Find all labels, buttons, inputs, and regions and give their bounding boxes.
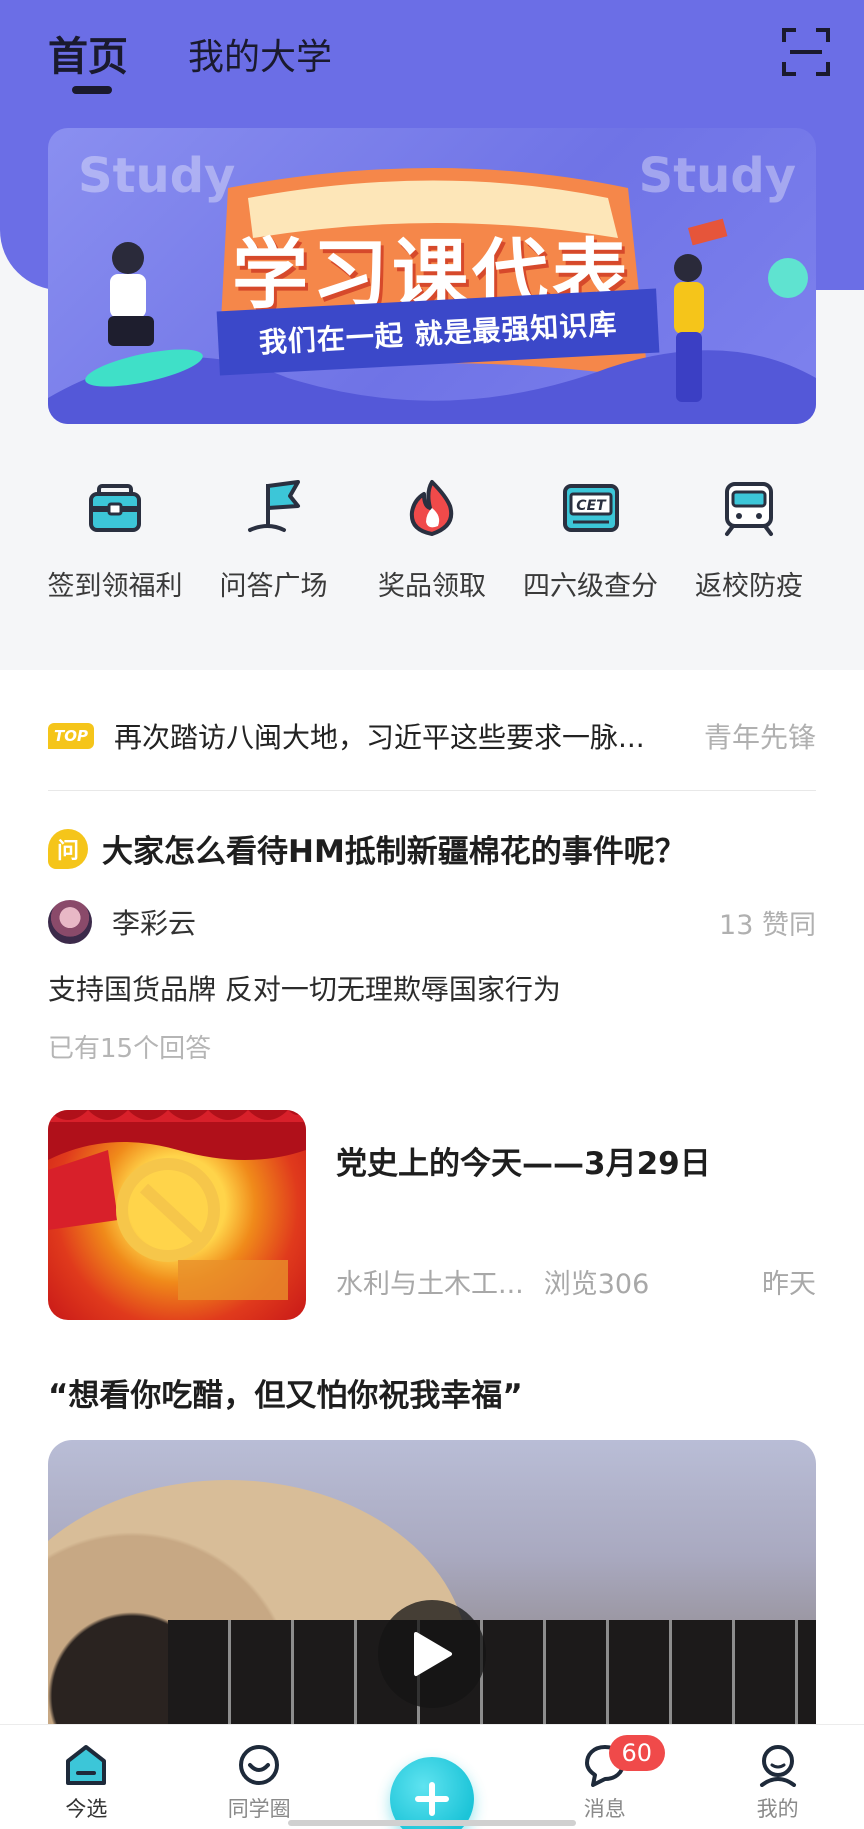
avatar[interactable] bbox=[48, 900, 92, 944]
quick-entry-cet-score[interactable]: CET 四六级查分 bbox=[516, 478, 666, 603]
briefcase-icon bbox=[89, 484, 141, 532]
home-icon bbox=[66, 1745, 107, 1785]
tab-active-indicator bbox=[72, 86, 112, 94]
article-department: 水利与土木工... bbox=[336, 1269, 524, 1300]
video-card[interactable] bbox=[48, 1440, 816, 1730]
author-name[interactable]: 李彩云 bbox=[112, 902, 719, 942]
user-icon bbox=[759, 1745, 796, 1787]
play-icon[interactable] bbox=[378, 1600, 486, 1708]
flag-icon bbox=[247, 480, 300, 532]
nav-item-classmates[interactable]: 同学圈 bbox=[199, 1725, 319, 1823]
quick-entry-campus-return[interactable]: 返校防疫 bbox=[674, 478, 824, 603]
quick-entry-label: 返校防疫 bbox=[695, 571, 803, 602]
quick-entry-checkin[interactable]: 签到领福利 bbox=[40, 478, 190, 603]
nav-label: 今选 bbox=[65, 1797, 108, 1821]
message-count-badge: 60 bbox=[608, 1735, 665, 1771]
nav-item-publish[interactable] bbox=[372, 1725, 492, 1829]
flame-icon bbox=[409, 480, 454, 536]
home-indicator[interactable] bbox=[288, 1820, 576, 1826]
article-time: 昨天 bbox=[762, 1269, 816, 1300]
divider bbox=[48, 790, 816, 791]
likes-count[interactable]: 13 赞同 bbox=[719, 903, 816, 942]
video-thumbnail-fretboard bbox=[168, 1620, 816, 1730]
answer-count[interactable]: 已有15个回答 bbox=[48, 1028, 211, 1065]
top-news-item[interactable]: TOP 再次踏访八闽大地，习近平这些要求一脉... 青年先锋 bbox=[48, 706, 816, 766]
top-tabs: 首页 我的大学 bbox=[48, 24, 332, 94]
scan-icon[interactable] bbox=[782, 28, 830, 76]
article-card[interactable]: 党史上的今天——3月29日 水利与土木工... 浏览306 昨天 bbox=[48, 1110, 816, 1322]
article-meta: 水利与土木工... 浏览306 昨天 bbox=[336, 1262, 816, 1301]
article-views: 浏览306 bbox=[543, 1269, 650, 1300]
qa-title: 大家怎么看待HM抵制新疆棉花的事件呢？ bbox=[102, 834, 686, 870]
qa-question[interactable]: 问 大家怎么看待HM抵制新疆棉花的事件呢？ bbox=[48, 826, 686, 871]
nav-item-messages[interactable]: 60 消息 bbox=[545, 1725, 665, 1823]
answer-text[interactable]: 支持国货品牌 反对一切无理欺辱国家行为 bbox=[48, 968, 561, 1008]
quick-entry-qa-square[interactable]: 问答广场 bbox=[199, 478, 349, 603]
svg-text:CET: CET bbox=[576, 498, 607, 514]
nav-item-me[interactable]: 我的 bbox=[718, 1725, 838, 1823]
bottom-nav: 今选 同学圈 60 消息 我的 bbox=[0, 1724, 864, 1829]
tab-my-university[interactable]: 我的大学 bbox=[188, 28, 332, 82]
top-news-title: 再次踏访八闽大地，习近平这些要求一脉... bbox=[114, 721, 645, 754]
plus-icon[interactable] bbox=[389, 1757, 474, 1829]
promo-banner[interactable]: Study Study 学习课代表 我们在一起 就是最强知识库 bbox=[48, 128, 816, 424]
article-title: 党史上的今天——3月29日 bbox=[336, 1146, 711, 1182]
article-thumbnail bbox=[48, 1110, 306, 1320]
quick-entry-label: 四六级查分 bbox=[523, 571, 658, 602]
question-icon: 问 bbox=[48, 828, 88, 869]
quick-entry-label: 签到领福利 bbox=[47, 571, 183, 602]
tab-home-label: 首页 bbox=[48, 34, 128, 80]
video-title[interactable]: “想看你吃醋，但又怕你祝我幸福” bbox=[48, 1370, 523, 1415]
tab-home[interactable]: 首页 bbox=[48, 24, 128, 94]
nav-item-today[interactable]: 今选 bbox=[26, 1725, 146, 1823]
qa-author-row: 李彩云 13 赞同 bbox=[48, 900, 816, 944]
quick-entry-label: 问答广场 bbox=[219, 571, 328, 602]
quick-entry-label: 奖品领取 bbox=[378, 571, 486, 602]
cet-icon: CET bbox=[562, 484, 619, 532]
top-badge: TOP bbox=[48, 723, 94, 749]
quick-entry-prize[interactable]: 奖品领取 bbox=[357, 478, 507, 603]
nav-label: 消息 bbox=[583, 1797, 626, 1821]
smile-icon bbox=[239, 1745, 280, 1785]
train-icon bbox=[725, 482, 773, 536]
quick-entry-row: 签到领福利 问答广场 奖品领取 CET 四六级查分 返校防疫 bbox=[40, 478, 824, 603]
nav-label: 我的 bbox=[756, 1797, 799, 1821]
nav-label: 同学圈 bbox=[227, 1797, 291, 1821]
top-news-source: 青年先锋 bbox=[703, 721, 816, 754]
